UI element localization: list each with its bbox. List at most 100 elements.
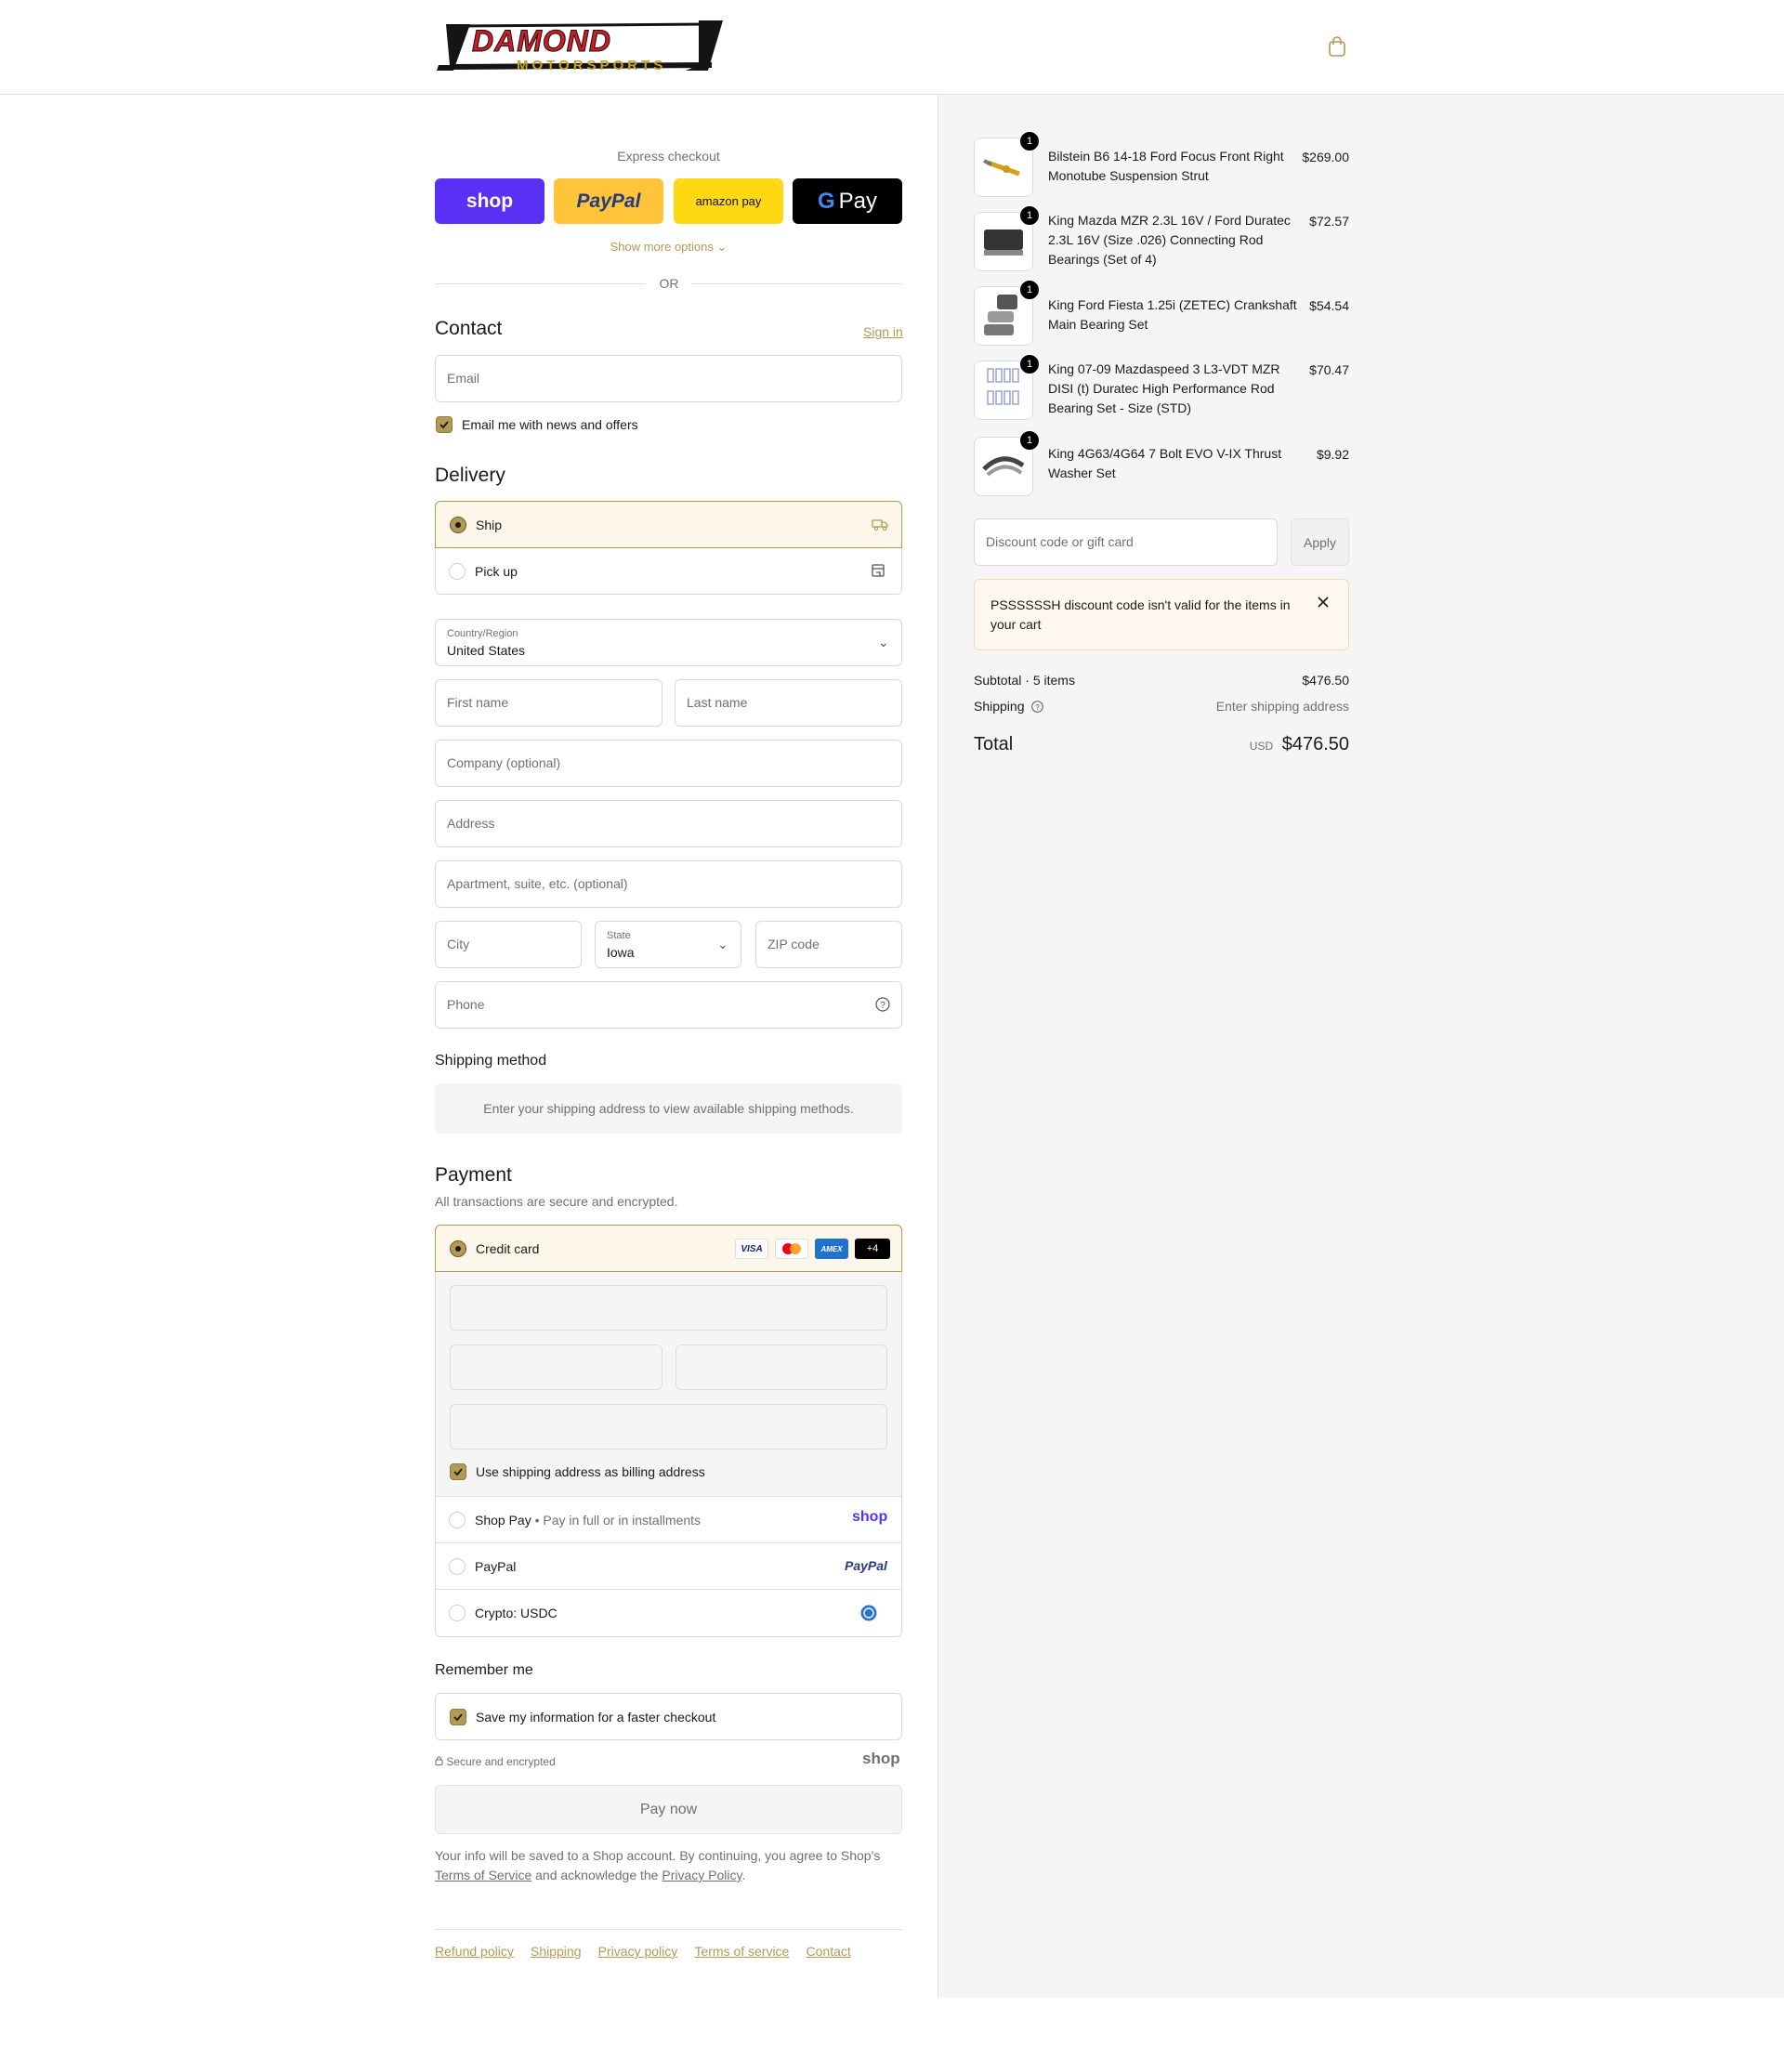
apply-button[interactable]: Apply xyxy=(1291,518,1349,566)
news-checkbox[interactable] xyxy=(436,416,453,433)
cart-item-name: Bilstein B6 14-18 Ford Focus Front Right… xyxy=(1048,149,1284,183)
shop-pay-option[interactable]: Shop Pay • Pay in full or in installment… xyxy=(436,1497,901,1543)
discount-error: PSSSSSSH discount code isn't valid for t… xyxy=(974,579,1349,650)
ship-radio[interactable] xyxy=(450,517,466,533)
state-select[interactable]: State Iowa ⌄ xyxy=(595,921,741,968)
amazon-pay-button[interactable]: amazon pay xyxy=(674,178,783,224)
delivery-heading: Delivery xyxy=(435,465,505,486)
help-icon[interactable]: ? xyxy=(875,997,890,1016)
footer-link-refund[interactable]: Refund policy xyxy=(435,1944,514,1959)
zip-placeholder: ZIP code xyxy=(767,937,820,951)
shipping-value: Enter shipping address xyxy=(1215,699,1349,714)
usdc-icon xyxy=(860,1605,877,1625)
legal-middle: and acknowledge the xyxy=(535,1868,659,1882)
expiry-field[interactable] xyxy=(450,1344,662,1390)
close-icon[interactable] xyxy=(1317,596,1330,612)
apartment-placeholder: Apartment, suite, etc. (optional) xyxy=(447,876,628,891)
bag-icon[interactable] xyxy=(1327,35,1347,58)
pickup-label: Pick up xyxy=(475,564,518,579)
last-name-field[interactable]: Last name xyxy=(675,679,902,727)
footer-links: Refund policy Shipping Privacy policy Te… xyxy=(435,1944,902,1960)
subtotal-value: $476.50 xyxy=(1302,673,1349,688)
pickup-radio[interactable] xyxy=(449,563,466,580)
show-more-label: Show more options xyxy=(610,240,714,254)
mastercard-icon xyxy=(775,1239,808,1259)
company-field[interactable]: Company (optional) xyxy=(435,740,902,787)
phone-field[interactable]: Phone ? xyxy=(435,981,902,1029)
quantity-badge: 1 xyxy=(1019,205,1040,226)
brand-top-text: DAMOND xyxy=(472,24,611,59)
state-value: Iowa xyxy=(607,945,635,960)
footer-link-shipping[interactable]: Shipping xyxy=(531,1944,582,1959)
total-label: Total xyxy=(974,734,1014,754)
product-thumb: 1 xyxy=(974,280,1040,346)
google-g-icon: G xyxy=(817,188,835,214)
discount-field[interactable]: Discount code or gift card xyxy=(974,518,1278,566)
shop-pay-button[interactable]: shop xyxy=(435,178,544,224)
credit-card-option[interactable]: Credit card VISA AMEX +4 xyxy=(435,1225,902,1272)
crypto-option[interactable]: Crypto: USDC xyxy=(436,1590,901,1636)
shipping-row: Shipping ? xyxy=(974,699,1044,715)
shipping-method-heading: Shipping method xyxy=(435,1053,547,1069)
save-info-checkbox[interactable] xyxy=(450,1709,466,1725)
brand-logo[interactable]: DAMOND MOTORSPORTS xyxy=(433,19,724,76)
country-select[interactable]: Country/Region United States ⌄ xyxy=(435,619,902,666)
show-more-options[interactable]: Show more options ⌄ xyxy=(435,240,902,255)
product-thumb: 1 xyxy=(974,205,1040,271)
chevron-down-icon: ⌄ xyxy=(716,240,728,254)
divider-left xyxy=(435,283,646,284)
address-field[interactable]: Address xyxy=(435,800,902,847)
ship-option[interactable]: Ship xyxy=(435,501,902,548)
first-name-field[interactable]: First name xyxy=(435,679,662,727)
crypto-radio[interactable] xyxy=(449,1605,466,1621)
zip-field[interactable]: ZIP code xyxy=(755,921,902,968)
billing-label: Use shipping address as billing address xyxy=(476,1464,705,1479)
discount-placeholder: Discount code or gift card xyxy=(986,534,1134,549)
credit-card-radio[interactable] xyxy=(450,1240,466,1257)
footer-link-contact[interactable]: Contact xyxy=(807,1944,851,1959)
shop-pay-label: Shop Pay xyxy=(475,1513,531,1528)
security-code-field[interactable] xyxy=(676,1344,887,1390)
email-field[interactable]: Email xyxy=(435,355,902,402)
terms-link[interactable]: Terms of Service xyxy=(435,1868,531,1882)
city-placeholder: City xyxy=(447,937,470,951)
shop-logo-small: shop xyxy=(862,1750,900,1767)
paypal-option[interactable]: PayPal PayPal xyxy=(436,1543,901,1590)
billing-checkbox[interactable] xyxy=(450,1463,466,1480)
help-icon[interactable]: ? xyxy=(1031,701,1044,715)
subtotal-label: Subtotal · 5 items xyxy=(974,673,1075,688)
ship-label: Ship xyxy=(476,518,503,532)
shop-pay-radio[interactable] xyxy=(449,1512,466,1528)
cart-item-name: King 4G63/4G64 7 Bolt EVO V-IX Thrust Wa… xyxy=(1048,446,1282,480)
footer-link-terms[interactable]: Terms of service xyxy=(694,1944,789,1959)
paypal-radio[interactable] xyxy=(449,1558,466,1575)
pickup-option[interactable]: Pick up xyxy=(436,548,901,595)
product-thumb: 1 xyxy=(974,131,1040,197)
privacy-link[interactable]: Privacy Policy xyxy=(662,1868,741,1882)
google-pay-button[interactable]: G Pay xyxy=(793,178,902,224)
save-info-box[interactable]: Save my information for a faster checkou… xyxy=(435,1693,902,1740)
contact-heading: Contact xyxy=(435,318,503,339)
legal-end: . xyxy=(741,1868,746,1882)
apartment-field[interactable]: Apartment, suite, etc. (optional) xyxy=(435,860,902,908)
crypto-label: Crypto: USDC xyxy=(475,1606,558,1620)
pay-now-button[interactable]: Pay now xyxy=(435,1785,902,1834)
credit-card-label: Credit card xyxy=(476,1241,540,1256)
visa-icon: VISA xyxy=(735,1239,768,1259)
product-thumb: 1 xyxy=(974,430,1040,496)
city-field[interactable]: City xyxy=(435,921,582,968)
secure-note: Secure and encrypted xyxy=(435,1755,556,1768)
sign-in-link[interactable]: Sign in xyxy=(863,324,903,339)
name-on-card-field[interactable] xyxy=(450,1404,887,1449)
card-form: Use shipping address as billing address xyxy=(436,1272,901,1497)
legal-line1: Your info will be saved to a Shop accoun… xyxy=(435,1848,881,1863)
cart-item-name: King Ford Fiesta 1.25i (ZETEC) Crankshaf… xyxy=(1048,297,1297,332)
truck-icon xyxy=(872,517,888,535)
paypal-button[interactable]: PayPal xyxy=(554,178,663,224)
footer-link-privacy[interactable]: Privacy policy xyxy=(598,1944,678,1959)
cart-item-price: $70.47 xyxy=(1309,362,1349,377)
card-number-field[interactable] xyxy=(450,1285,887,1331)
payment-subtitle: All transactions are secure and encrypte… xyxy=(435,1194,678,1209)
divider-right xyxy=(691,283,902,284)
paypal-label: PayPal xyxy=(475,1559,517,1574)
